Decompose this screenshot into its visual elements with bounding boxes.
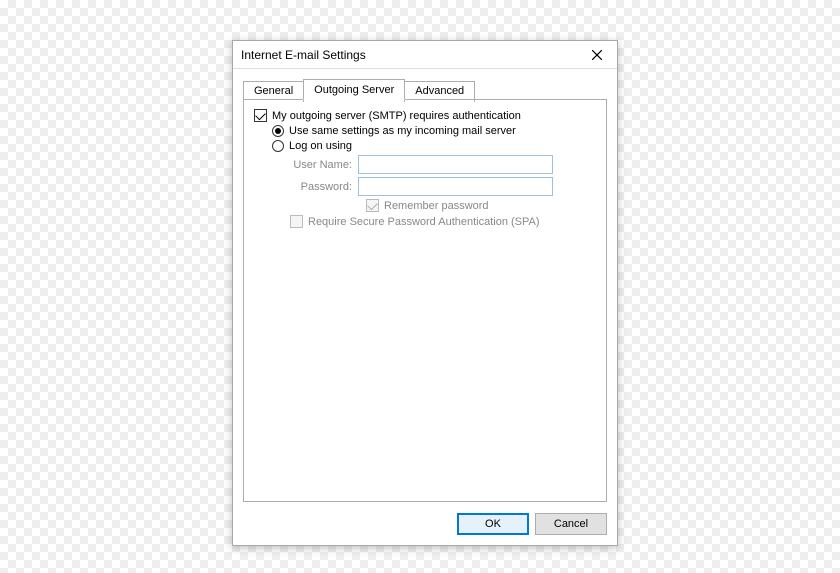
password-row: Password:	[254, 177, 596, 196]
titlebar: Internet E-mail Settings	[233, 41, 617, 69]
tab-strip-divider	[243, 99, 607, 100]
requires-auth-row: My outgoing server (SMTP) requires authe…	[254, 109, 596, 122]
use-same-radio[interactable]	[272, 125, 284, 137]
spa-label: Require Secure Password Authentication (…	[308, 216, 540, 228]
remember-password-checkbox	[366, 199, 379, 212]
requires-auth-label: My outgoing server (SMTP) requires authe…	[272, 110, 521, 122]
remember-row: Remember password	[254, 199, 596, 212]
tabs: General Outgoing Server Advanced	[243, 79, 607, 100]
tabs-container: General Outgoing Server Advanced	[233, 69, 617, 100]
cancel-button[interactable]: Cancel	[535, 513, 607, 535]
remember-password-label: Remember password	[384, 200, 489, 212]
button-bar: OK Cancel	[233, 503, 617, 545]
username-input[interactable]	[358, 155, 553, 174]
dialog-title: Internet E-mail Settings	[241, 48, 366, 62]
password-input[interactable]	[358, 177, 553, 196]
ok-button[interactable]: OK	[457, 513, 529, 535]
tab-outgoing-server[interactable]: Outgoing Server	[303, 79, 405, 100]
use-same-row: Use same settings as my incoming mail se…	[254, 125, 596, 137]
logon-radio[interactable]	[272, 140, 284, 152]
close-icon	[592, 50, 602, 60]
tab-panel-outgoing: My outgoing server (SMTP) requires authe…	[243, 99, 607, 502]
use-same-label: Use same settings as my incoming mail se…	[289, 125, 516, 137]
username-label: User Name:	[290, 159, 358, 171]
spa-checkbox	[290, 215, 303, 228]
spa-row: Require Secure Password Authentication (…	[254, 215, 596, 228]
close-button[interactable]	[577, 41, 617, 69]
requires-auth-checkbox[interactable]	[254, 109, 267, 122]
logon-label: Log on using	[289, 140, 352, 152]
logon-row: Log on using	[254, 140, 596, 152]
username-row: User Name:	[254, 155, 596, 174]
email-settings-dialog: Internet E-mail Settings General Outgoin…	[232, 40, 618, 546]
password-label: Password:	[290, 181, 358, 193]
